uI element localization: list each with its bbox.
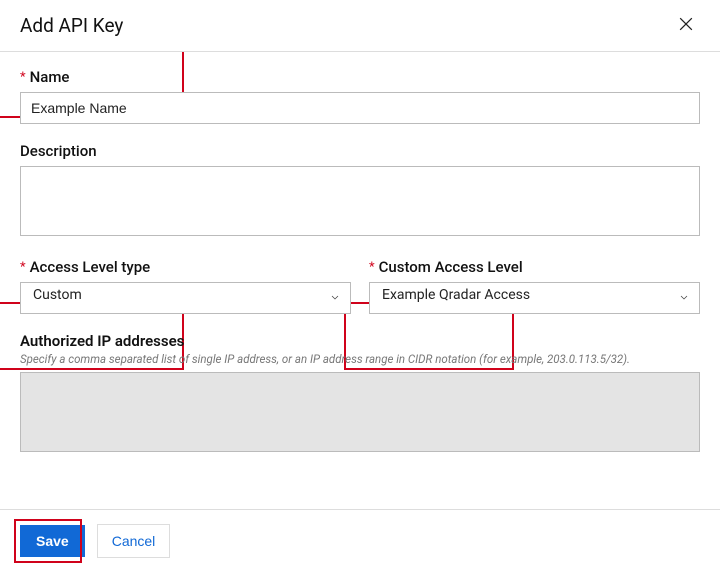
authorized-ips-hint: Specify a comma separated list of single… (20, 352, 700, 366)
label-row: * Access Level type (20, 258, 351, 276)
field-authorized-ips: Authorized IP addresses Specify a comma … (20, 332, 700, 452)
label-row: * Custom Access Level (369, 258, 700, 276)
description-textarea[interactable] (20, 166, 700, 236)
name-input[interactable] (20, 92, 700, 124)
field-name: * Name (20, 68, 700, 124)
field-access-type: * Access Level type Custom (20, 258, 351, 314)
authorized-ips-label: Authorized IP addresses (20, 332, 184, 350)
access-type-select[interactable]: Custom (20, 282, 351, 314)
field-description: Description (20, 142, 700, 240)
close-icon (676, 14, 696, 37)
modal-body: * Name Description * Access Level type C… (0, 52, 720, 509)
modal-footer: Save Cancel (0, 509, 720, 572)
authorized-ips-box (20, 372, 700, 452)
custom-access-label: Custom Access Level (379, 258, 523, 276)
label-row: Authorized IP addresses (20, 332, 700, 350)
save-wrap: Save (20, 525, 85, 557)
modal-header: Add API Key (0, 0, 720, 52)
cancel-button[interactable]: Cancel (97, 524, 171, 558)
close-button[interactable] (672, 10, 700, 41)
access-row: * Access Level type Custom * Custom Acce… (20, 258, 700, 314)
required-asterisk: * (20, 71, 26, 84)
field-custom-access: * Custom Access Level Example Qradar Acc… (369, 258, 700, 314)
select-wrap: Example Qradar Access (369, 282, 700, 314)
required-asterisk: * (369, 261, 375, 274)
add-api-key-modal: Add API Key * Name Description (0, 0, 720, 572)
custom-access-value: Example Qradar Access (382, 287, 530, 303)
required-asterisk: * (20, 261, 26, 274)
modal-title: Add API Key (20, 14, 123, 37)
custom-access-select[interactable]: Example Qradar Access (369, 282, 700, 314)
description-label: Description (20, 142, 97, 160)
label-row: Description (20, 142, 700, 160)
name-label: Name (30, 68, 70, 86)
access-type-value: Custom (33, 287, 82, 303)
select-wrap: Custom (20, 282, 351, 314)
access-type-label: Access Level type (30, 258, 151, 276)
label-row: * Name (20, 68, 700, 86)
save-button[interactable]: Save (20, 525, 85, 557)
